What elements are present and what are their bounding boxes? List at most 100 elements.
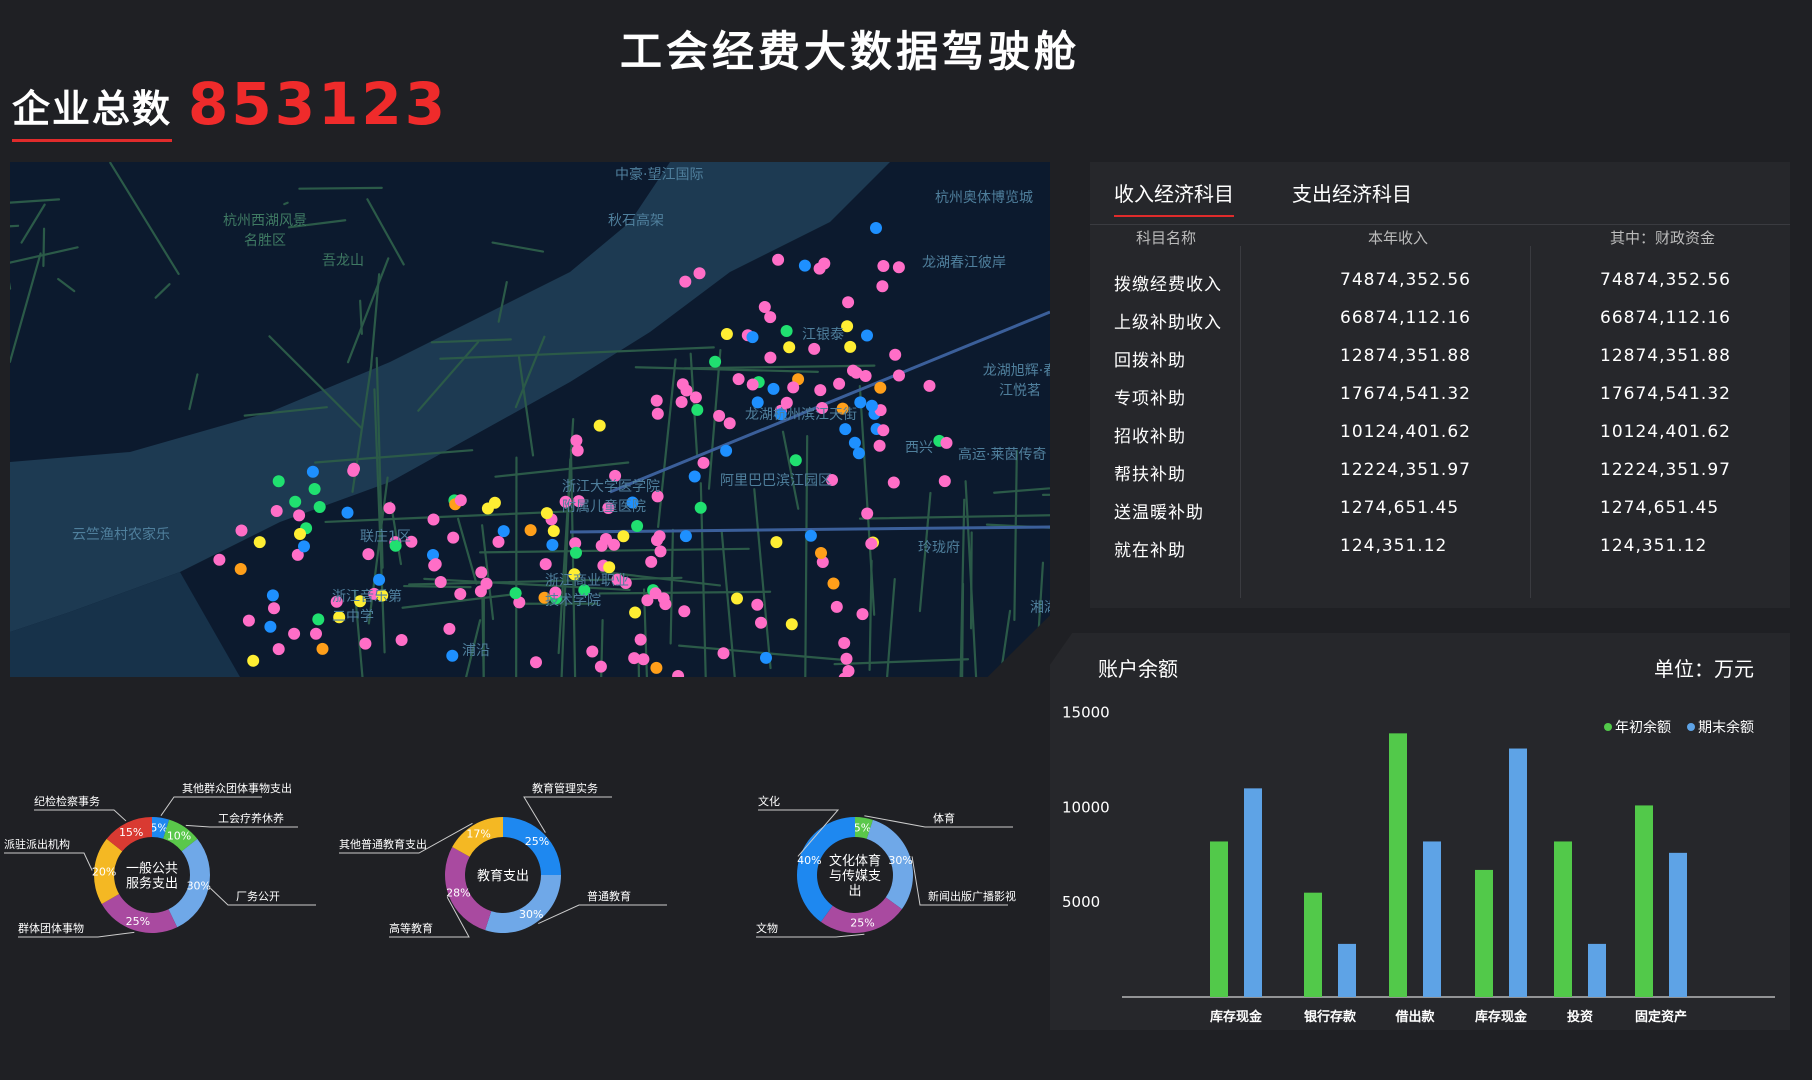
bar-opening[interactable] — [1304, 892, 1322, 997]
table-row[interactable]: 招收补助 10124,401.62 10124,401.62 — [1090, 414, 1790, 452]
enterprise-point[interactable] — [654, 545, 667, 558]
enterprise-point[interactable] — [751, 598, 764, 611]
enterprise-point[interactable] — [253, 536, 266, 549]
enterprise-point[interactable] — [873, 439, 886, 452]
enterprise-point[interactable] — [650, 394, 663, 407]
enterprise-point[interactable] — [815, 547, 827, 559]
enterprise-point[interactable] — [294, 528, 306, 540]
enterprise-point[interactable] — [362, 548, 375, 561]
enterprise-point[interactable] — [672, 670, 685, 677]
enterprise-point[interactable] — [720, 444, 733, 457]
enterprise-point[interactable] — [347, 464, 360, 477]
enterprise-point[interactable] — [731, 592, 743, 605]
enterprise-point[interactable] — [586, 645, 599, 658]
enterprise-point[interactable] — [691, 403, 704, 416]
enterprise-point[interactable] — [298, 540, 310, 553]
enterprise-point[interactable] — [770, 536, 783, 549]
enterprise-point[interactable] — [427, 513, 440, 526]
enterprise-point[interactable] — [746, 378, 759, 391]
enterprise-point[interactable] — [764, 351, 777, 364]
enterprise-point[interactable] — [313, 501, 326, 513]
enterprise-point[interactable] — [758, 301, 771, 313]
enterprise-point[interactable] — [865, 537, 878, 550]
bar-closing[interactable] — [1509, 748, 1527, 997]
enterprise-point[interactable] — [694, 501, 707, 514]
enterprise-point[interactable] — [865, 399, 878, 412]
table-row[interactable]: 帮扶补助 12224,351.97 12224,351.97 — [1090, 452, 1790, 490]
enterprise-point[interactable] — [808, 342, 821, 355]
enterprise-point[interactable] — [887, 476, 900, 489]
enterprise-point[interactable] — [877, 424, 890, 437]
enterprise-point[interactable] — [844, 340, 857, 353]
enterprise-point[interactable] — [813, 262, 826, 275]
enterprise-point[interactable] — [717, 647, 730, 660]
enterprise-point[interactable] — [938, 475, 951, 488]
tab-income[interactable]: 收入经济科目 — [1114, 178, 1234, 217]
enterprise-point[interactable] — [341, 506, 354, 519]
table-row[interactable]: 上级补助收入 66874,112.16 66874,112.16 — [1090, 300, 1790, 338]
enterprise-point[interactable] — [595, 539, 608, 552]
enterprise-point[interactable] — [242, 614, 255, 627]
enterprise-point[interactable] — [270, 505, 283, 517]
table-row[interactable]: 拨缴经费收入 74874,352.56 74874,352.56 — [1090, 262, 1790, 300]
enterprise-point[interactable] — [676, 378, 689, 391]
enterprise-point[interactable] — [617, 530, 630, 543]
enterprise-point[interactable] — [608, 538, 620, 551]
enterprise-point[interactable] — [893, 369, 905, 382]
enterprise-point[interactable] — [877, 260, 890, 272]
enterprise-point[interactable] — [306, 465, 319, 478]
enterprise-point[interactable] — [859, 370, 872, 382]
enterprise-point[interactable] — [840, 652, 853, 665]
bar-opening[interactable] — [1554, 841, 1572, 997]
table-row[interactable]: 专项补助 17674,541.32 17674,541.32 — [1090, 376, 1790, 414]
enterprise-point[interactable] — [546, 538, 559, 551]
enterprise-point[interactable] — [293, 509, 306, 522]
enterprise-point[interactable] — [266, 589, 279, 602]
enterprise-point[interactable] — [634, 633, 647, 646]
enterprise-point[interactable] — [838, 637, 851, 649]
enterprise-point[interactable] — [679, 530, 692, 543]
enterprise-point[interactable] — [653, 530, 666, 543]
enterprise-point[interactable] — [874, 381, 887, 394]
enterprise-point[interactable] — [593, 419, 606, 432]
enterprise-point[interactable] — [446, 649, 459, 662]
enterprise-point[interactable] — [767, 382, 780, 395]
tab-expense[interactable]: 支出经济科目 — [1292, 178, 1412, 217]
enterprise-point[interactable] — [497, 525, 510, 538]
enterprise-point[interactable] — [923, 379, 936, 392]
table-row[interactable]: 送温暖补助 1274,651.45 1274,651.45 — [1090, 490, 1790, 528]
enterprise-point[interactable] — [798, 259, 811, 272]
enterprise-point[interactable] — [268, 602, 280, 615]
enterprise-point[interactable] — [814, 384, 827, 397]
enterprise-point[interactable] — [785, 618, 798, 631]
enterprise-point[interactable] — [443, 622, 456, 635]
enterprise-point[interactable] — [772, 253, 785, 266]
enterprise-point[interactable] — [264, 620, 277, 633]
enterprise-point[interactable] — [631, 520, 644, 532]
enterprise-point[interactable] — [861, 507, 874, 520]
enterprise-point[interactable] — [492, 535, 505, 548]
enterprise-point[interactable] — [213, 553, 226, 566]
enterprise-point[interactable] — [571, 444, 584, 457]
enterprise-point[interactable] — [474, 585, 487, 598]
enterprise-point[interactable] — [870, 222, 882, 234]
enterprise-point[interactable] — [649, 587, 662, 600]
enterprise-point[interactable] — [833, 377, 846, 390]
enterprise-point[interactable] — [234, 563, 247, 575]
enterprise-point[interactable] — [713, 409, 726, 422]
bar-closing[interactable] — [1244, 788, 1262, 997]
enterprise-point[interactable] — [889, 348, 902, 361]
enterprise-point[interactable] — [316, 642, 329, 655]
enterprise-point[interactable] — [892, 261, 905, 274]
enterprise-point[interactable] — [383, 502, 396, 515]
enterprise-point[interactable] — [308, 483, 321, 495]
enterprise-point[interactable] — [697, 456, 710, 469]
bar-closing[interactable] — [1338, 943, 1356, 997]
enterprise-point[interactable] — [651, 407, 664, 420]
enterprise-point[interactable] — [675, 396, 688, 408]
enterprise-point[interactable] — [488, 496, 501, 509]
bar-closing[interactable] — [1669, 852, 1687, 997]
enterprise-point[interactable] — [848, 436, 861, 449]
enterprise-point[interactable] — [594, 660, 607, 673]
enterprise-point[interactable] — [940, 436, 953, 449]
